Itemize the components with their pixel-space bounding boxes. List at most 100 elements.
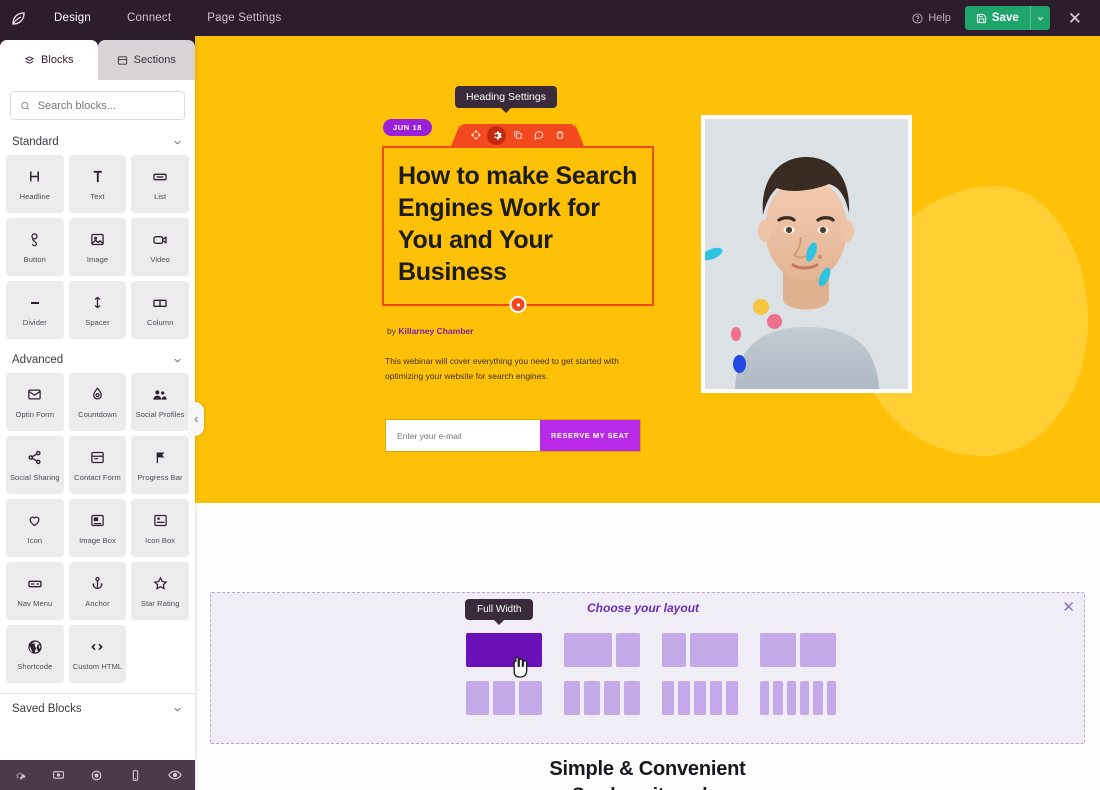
star-icon (153, 575, 168, 593)
headline-element[interactable]: How to make Search Engines Work for You … (382, 146, 654, 313)
share-icon (27, 449, 42, 467)
block-shortcode[interactable]: Shortcode (6, 625, 64, 683)
gear-icon[interactable] (487, 125, 506, 145)
block-label: Column (146, 317, 174, 327)
block-label: Text (90, 191, 105, 201)
save-label: Save (991, 12, 1019, 24)
block-icon-box[interactable]: Icon Box (131, 499, 189, 557)
layout-option-six-columns[interactable] (760, 681, 836, 715)
app-root: Design Connect Page Settings Help Save ✕… (0, 0, 1100, 790)
hero-photo-frame[interactable] (701, 115, 912, 393)
topnav-item-page-settings[interactable]: Page Settings (189, 0, 299, 36)
sidebar-collapse-handle[interactable] (188, 402, 204, 436)
block-label: Countdown (78, 409, 117, 419)
search-input[interactable] (37, 99, 175, 112)
save-button[interactable]: Save (964, 6, 1030, 30)
confetti-dot (753, 299, 769, 315)
leaf-logo-icon[interactable] (0, 0, 36, 36)
preview-eye-icon[interactable] (168, 768, 182, 782)
block-button[interactable]: Button (6, 218, 64, 276)
group-header-standard[interactable]: Standard (0, 127, 195, 155)
block-label: Image Box (79, 535, 116, 545)
block-divider[interactable]: Divider (6, 281, 64, 339)
layout-options-grid (466, 633, 836, 715)
sidebar-scroll-area[interactable]: Standard Headline Text List Button Image… (0, 127, 195, 760)
help-button[interactable]: Help (912, 12, 951, 24)
block-image[interactable]: Image (68, 218, 127, 276)
duplicate-icon[interactable] (508, 126, 527, 145)
group-header-saved-blocks[interactable]: Saved Blocks (0, 694, 195, 722)
contact-form-icon (90, 449, 105, 467)
top-bar: Design Connect Page Settings Help Save ✕ (0, 0, 1100, 36)
hero-byline: by Killarney Chamber (387, 326, 473, 336)
choose-layout-title: Choose your layout (587, 601, 700, 615)
block-star-rating[interactable]: Star Rating (131, 562, 189, 620)
layout-option-half-half[interactable] (760, 633, 836, 667)
page-canvas[interactable]: Heading Settings JUN 18 How to make Sear… (195, 36, 1100, 790)
settings-gear-icon[interactable] (13, 769, 26, 782)
optin-form[interactable]: RESERVE MY SEAT (385, 419, 641, 452)
sidebar-search-area (0, 80, 195, 127)
block-label: Shortcode (17, 661, 53, 671)
comment-icon[interactable] (529, 126, 548, 145)
block-headline[interactable]: Headline (6, 155, 64, 213)
layout-band: Full Width Choose your layout ✕ Simple &… (195, 503, 1100, 790)
group-header-advanced[interactable]: Advanced (0, 345, 195, 373)
mobile-view-icon[interactable] (129, 769, 142, 782)
desktop-view-icon[interactable] (52, 769, 65, 782)
move-icon[interactable] (466, 126, 485, 145)
gear-icon (516, 302, 520, 307)
anchor-icon (90, 575, 105, 593)
block-countdown[interactable]: Countdown (68, 373, 127, 431)
block-progress-bar[interactable]: Progress Bar (131, 436, 189, 494)
block-anchor[interactable]: Anchor (68, 562, 127, 620)
block-spacer[interactable]: Spacer (68, 281, 127, 339)
layout-option-one-column[interactable] (466, 633, 542, 667)
portrait-photo (705, 119, 908, 389)
group-title: Saved Blocks (12, 703, 82, 715)
block-label: Star Rating (140, 598, 180, 608)
hero-section[interactable]: Heading Settings JUN 18 How to make Sear… (195, 36, 1100, 503)
confetti-dot (767, 314, 782, 329)
block-image-box[interactable]: Image Box (68, 499, 127, 557)
block-social-sharing[interactable]: Social Sharing (6, 436, 64, 494)
trash-icon[interactable] (550, 126, 569, 145)
chevron-down-icon (174, 707, 181, 712)
hero-headline: How to make Search Engines Work for You … (398, 162, 638, 286)
sections-icon (117, 55, 127, 65)
block-list[interactable]: List (131, 155, 189, 213)
layout-option-four-columns[interactable] (564, 681, 640, 715)
tablet-view-icon[interactable] (90, 769, 103, 782)
block-label: List (154, 191, 167, 201)
topnav-item-design[interactable]: Design (36, 0, 109, 36)
block-video[interactable]: Video (131, 218, 189, 276)
tab-sections[interactable]: Sections (97, 40, 195, 80)
layout-option-two-thirds-one-third[interactable] (564, 633, 640, 667)
reserve-seat-button[interactable]: RESERVE MY SEAT (540, 420, 640, 451)
resize-handle[interactable] (509, 296, 527, 313)
layout-option-three-columns[interactable] (466, 681, 543, 715)
block-contact-form[interactable]: Contact Form (68, 436, 127, 494)
search-box[interactable] (10, 91, 185, 120)
block-optin-form[interactable]: Optin Form (6, 373, 64, 431)
block-custom-html[interactable]: Custom HTML (68, 625, 127, 683)
email-input[interactable] (386, 420, 540, 451)
block-column[interactable]: Column (131, 281, 189, 339)
sidebar-bottom-toolbar (0, 760, 195, 790)
tab-blocks[interactable]: Blocks (0, 40, 98, 80)
layout-option-five-columns[interactable] (662, 681, 738, 715)
block-social-profiles[interactable]: Social Profiles (131, 373, 189, 431)
block-nav-menu[interactable]: Nav Menu (6, 562, 64, 620)
close-icon[interactable]: ✕ (1062, 600, 1075, 615)
block-text[interactable]: Text (68, 155, 127, 213)
block-icon[interactable]: Icon (6, 499, 64, 557)
close-editor-button[interactable]: ✕ (1064, 8, 1086, 29)
topnav-item-connect[interactable]: Connect (109, 0, 189, 36)
divider-icon (27, 294, 43, 312)
block-label: Contact Form (74, 472, 121, 482)
layout-option-one-third-two-thirds[interactable] (662, 633, 738, 667)
save-dropdown-toggle[interactable] (1029, 6, 1050, 30)
advanced-blocks-grid: Optin Form Countdown Social Profiles Soc… (0, 373, 195, 689)
layout-picker-panel[interactable]: Full Width Choose your layout ✕ (210, 592, 1085, 744)
column-icon (152, 294, 168, 312)
